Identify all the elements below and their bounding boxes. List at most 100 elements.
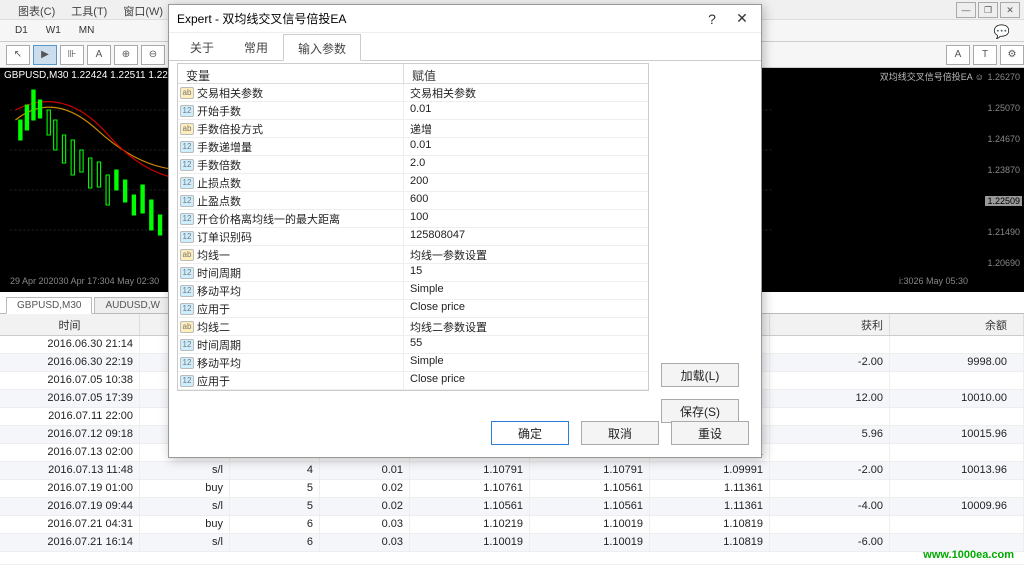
maximize-icon[interactable]: ❐	[978, 2, 998, 18]
sheet-tab-audusd[interactable]: AUDUSD,W	[94, 297, 170, 313]
number-icon: 12	[180, 357, 194, 369]
param-value[interactable]: 15	[404, 264, 648, 281]
param-key: 均线一	[197, 247, 230, 263]
param-row[interactable]: 12止盈点数600	[178, 192, 648, 210]
tab-about[interactable]: 关于	[175, 33, 229, 60]
ea-icon[interactable]: A	[946, 45, 970, 65]
table-row[interactable]: 2016.07.13 11:48s/l40.011.107911.107911.…	[0, 462, 1024, 480]
param-key: 时间周期	[197, 337, 241, 353]
param-value[interactable]: Close price	[404, 372, 648, 389]
table-row[interactable]: 2016.07.19 01:00buy50.021.107611.105611.…	[0, 480, 1024, 498]
param-value[interactable]: Simple	[404, 282, 648, 299]
param-value[interactable]: 均线二参数设置	[404, 318, 648, 335]
tf-w1[interactable]: W1	[39, 23, 68, 38]
window-controls-outer: — ❐ ✕	[956, 2, 1020, 18]
save-button[interactable]: 保存(S)	[661, 399, 739, 423]
number-icon: 12	[180, 339, 194, 351]
zoom-in-icon[interactable]: ⊕	[114, 45, 138, 65]
number-icon: 12	[180, 105, 194, 117]
param-row[interactable]: 12开仓价格离均线一的最大距离 100	[178, 210, 648, 228]
expert-dialog: Expert - 双均线交叉信号倍投EA ? ✕ 关于 常用 输入参数 变量 赋…	[168, 4, 762, 458]
reset-button[interactable]: 重设	[671, 421, 749, 445]
tf-mn[interactable]: MN	[72, 23, 102, 38]
param-value[interactable]: 600	[404, 192, 648, 209]
candlestick-icon[interactable]: ⊪	[60, 45, 84, 65]
param-key: 应用于	[197, 301, 230, 317]
param-row[interactable]: 12应用于 Close price	[178, 300, 648, 318]
param-value[interactable]: 2.0	[404, 156, 648, 173]
table-row[interactable]: 2016.07.19 09:44s/l50.021.105611.105611.…	[0, 498, 1024, 516]
price-scale: 1.262701.25070 1.246701.23870 1.222901.2…	[978, 68, 1022, 272]
close-icon[interactable]: ✕	[1000, 2, 1020, 18]
load-button[interactable]: 加载(L)	[661, 363, 739, 387]
param-value[interactable]: Close price	[404, 300, 648, 317]
number-icon: 12	[180, 213, 194, 225]
chart-symbol-label: GBPUSD,M30 1.22424 1.22511 1.22357	[4, 70, 185, 81]
chart-ea-label: 双均线交叉信号倍投EA ☺	[880, 70, 984, 83]
menu-window[interactable]: 窗口(W)	[115, 0, 171, 19]
sheet-tab-gbpusd[interactable]: GBPUSD,M30	[6, 297, 92, 314]
param-value[interactable]: 200	[404, 174, 648, 191]
a-icon[interactable]: A	[87, 45, 111, 65]
string-icon: ab	[180, 249, 194, 261]
tf-d1[interactable]: D1	[8, 23, 35, 38]
table-row[interactable]: 2016.07.21 16:14s/l60.031.100191.100191.…	[0, 534, 1024, 552]
param-key: 手数倍数	[197, 157, 241, 173]
param-key: 移动平均	[197, 355, 241, 371]
param-row[interactable]: 12移动平均Simple	[178, 282, 648, 300]
param-key: 应用于	[197, 373, 230, 389]
param-row[interactable]: ab均线一 均线一参数设置	[178, 246, 648, 264]
tab-inputs[interactable]: 输入参数	[283, 34, 361, 61]
param-value[interactable]: Simple	[404, 354, 648, 371]
minimize-icon[interactable]: —	[956, 2, 976, 18]
param-value[interactable]: 100	[404, 210, 648, 227]
col-time: 时间	[0, 314, 140, 335]
close-icon[interactable]: ✕	[727, 7, 757, 31]
template-icon[interactable]: T	[973, 45, 997, 65]
param-row[interactable]: 12时间周期 55	[178, 336, 648, 354]
param-row[interactable]: ab手数倍投方式递增	[178, 120, 648, 138]
zoom-out-icon[interactable]: ⊖	[141, 45, 165, 65]
param-row[interactable]: 12手数递增量0.01	[178, 138, 648, 156]
param-value[interactable]: 0.01	[404, 138, 648, 155]
help-icon[interactable]: ?	[697, 7, 727, 31]
number-icon: 12	[180, 231, 194, 243]
number-icon: 12	[180, 303, 194, 315]
table-row[interactable]: 2016.07.21 04:31buy60.031.102191.100191.…	[0, 516, 1024, 534]
param-row[interactable]: 12订单识别码 125808047	[178, 228, 648, 246]
param-key: 开仓价格离均线一的最大距离	[197, 211, 340, 227]
param-row[interactable]: ab均线二均线二参数设置	[178, 318, 648, 336]
cursor-icon[interactable]: ↖	[6, 45, 30, 65]
dialog-titlebar[interactable]: Expert - 双均线交叉信号倍投EA ? ✕	[169, 5, 761, 33]
param-row[interactable]: ab交易相关参数交易相关参数	[178, 84, 648, 102]
param-key: 订单识别码	[197, 229, 252, 245]
param-row[interactable]: 12移动平均 Simple	[178, 354, 648, 372]
tab-common[interactable]: 常用	[229, 33, 283, 60]
param-row[interactable]: 12止损点数200	[178, 174, 648, 192]
menu-tools[interactable]: 工具(T)	[63, 0, 115, 19]
number-icon: 12	[180, 141, 194, 153]
cancel-button[interactable]: 取消	[581, 421, 659, 445]
param-value[interactable]: 55	[404, 336, 648, 353]
param-value[interactable]: 0.01	[404, 102, 648, 119]
param-key: 手数倍投方式	[197, 121, 263, 137]
chat-icon[interactable]: 💬	[994, 24, 1010, 40]
settings-icon[interactable]: ⚙	[1000, 45, 1024, 65]
dialog-tabs: 关于 常用 输入参数	[169, 33, 761, 61]
watermark: www.1000ea.com	[923, 549, 1014, 561]
param-row[interactable]: 12手数倍数2.0	[178, 156, 648, 174]
param-row[interactable]: 12应用于Close price	[178, 372, 648, 390]
menu-chart[interactable]: 图表(C)	[10, 0, 63, 19]
param-row[interactable]: 12时间周期15	[178, 264, 648, 282]
param-value[interactable]: 交易相关参数	[404, 84, 648, 101]
play-icon[interactable]: ▶	[33, 45, 57, 65]
col-profit: 获利	[770, 314, 890, 335]
current-price-tag: 1.22509	[985, 196, 1022, 206]
ok-button[interactable]: 确定	[491, 421, 569, 445]
param-row[interactable]: 12开始手数0.01	[178, 102, 648, 120]
param-value[interactable]: 125808047	[404, 228, 648, 245]
param-value[interactable]: 递增	[404, 120, 648, 137]
number-icon: 12	[180, 267, 194, 279]
param-value[interactable]: 均线一参数设置	[404, 246, 648, 263]
param-key: 移动平均	[197, 283, 241, 299]
